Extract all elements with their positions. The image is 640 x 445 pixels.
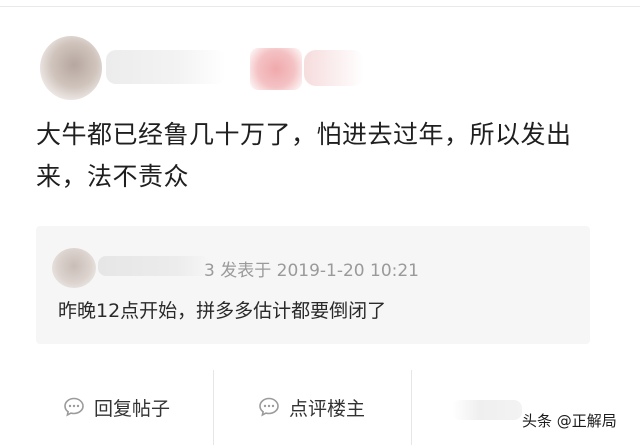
third-action-redacted[interactable]	[452, 400, 522, 420]
reply-post-label: 回复帖子	[94, 397, 171, 420]
user-level-redacted	[304, 50, 364, 86]
forum-post-card: 大牛都已经鲁几十万了，怕进去过年，所以发出来，法不责众 3 发表于 2019-1…	[0, 0, 640, 445]
post-actions-bar: 回复帖子 点评楼主	[0, 370, 640, 445]
top-divider	[0, 6, 640, 7]
comment-owner-label: 点评楼主	[289, 397, 366, 420]
quote-content: 昨晚12点开始，拼多多估计都要倒闭了	[58, 300, 387, 322]
comment-owner-button[interactable]: 点评楼主	[257, 392, 365, 422]
comment-bubble-icon	[259, 397, 279, 417]
action-divider	[213, 370, 214, 445]
post-header-redacted	[34, 36, 394, 106]
quoted-reply: 3 发表于 2019-1-20 10:21 昨晚12点开始，拼多多估计都要倒闭了	[36, 226, 590, 344]
quote-meta: 3 发表于 2019-1-20 10:21	[204, 261, 419, 281]
post-content: 大牛都已经鲁几十万了，怕进去过年，所以发出来，法不责众	[36, 120, 572, 191]
user-badge-redacted	[250, 48, 302, 90]
comment-bubble-icon	[64, 397, 84, 417]
action-divider	[411, 370, 412, 445]
avatar-redacted[interactable]	[40, 36, 102, 100]
reply-post-button[interactable]: 回复帖子	[62, 392, 170, 422]
quote-avatar-redacted[interactable]	[52, 248, 96, 288]
quote-username-redacted[interactable]	[98, 256, 210, 276]
source-watermark: 头条 @正解局	[522, 412, 617, 430]
username-redacted[interactable]	[106, 50, 226, 84]
